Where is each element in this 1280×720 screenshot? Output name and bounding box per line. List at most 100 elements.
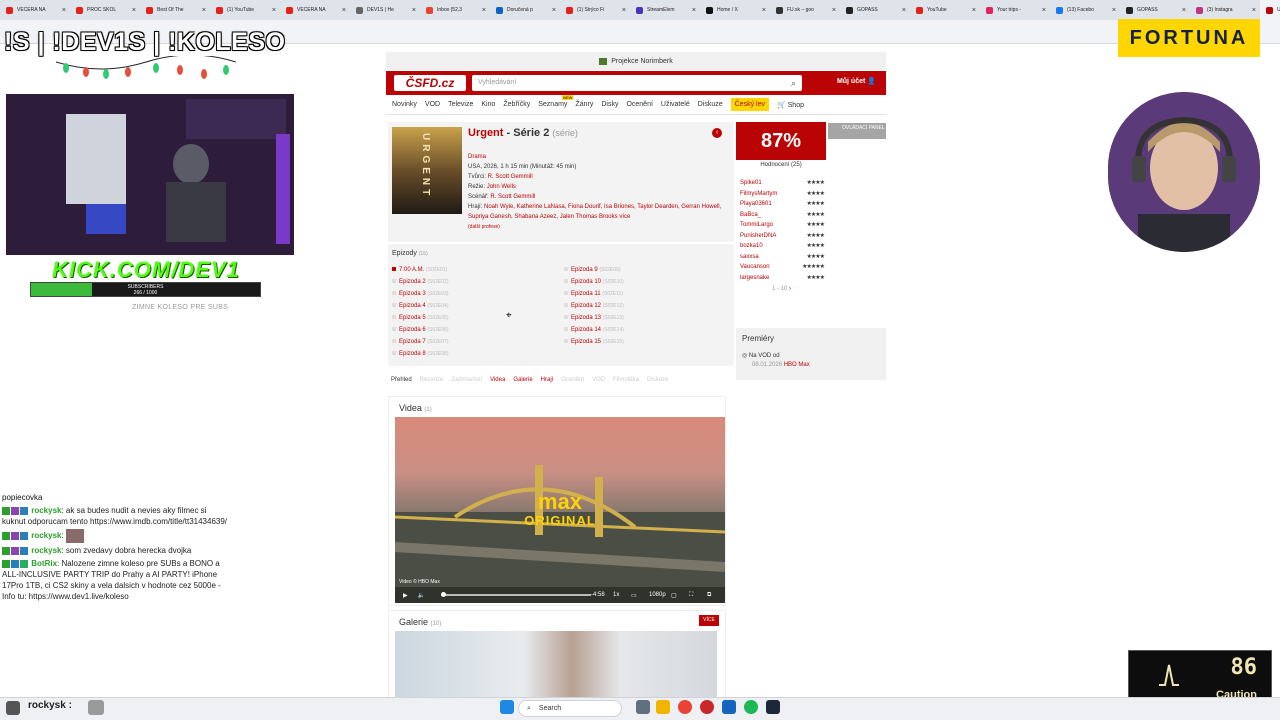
browser-tab[interactable]: VEČERA NA × [0, 0, 70, 20]
tab-close-icon[interactable]: × [1252, 7, 1256, 14]
episode-link[interactable]: Epizoda 2 (S02E02) [392, 276, 448, 288]
tab-close-icon[interactable]: × [692, 7, 696, 14]
nav-item[interactable]: Seznamy [538, 95, 574, 108]
nav-item[interactable]: VOD [425, 101, 440, 108]
chrome-icon[interactable] [678, 700, 692, 714]
film-genre[interactable]: Drama [468, 152, 728, 162]
volume-icon[interactable]: 🔈 [418, 592, 425, 599]
play-icon[interactable]: ▶ [403, 592, 408, 599]
episode-link[interactable]: Epizoda 7 (S02E07) [392, 336, 448, 348]
app-icon[interactable] [700, 700, 714, 714]
taskbar-search[interactable]: ⌕ Search [518, 700, 622, 717]
gallery-image[interactable] [395, 631, 717, 697]
episode-link[interactable]: Epizoda 14 (S02E14) [564, 324, 624, 336]
quality-selector[interactable]: 1080p [649, 592, 666, 598]
film-tab[interactable]: Diskuze [647, 377, 668, 383]
nav-item[interactable]: Diskuze [698, 101, 723, 108]
rater-name[interactable]: BaBca_ [740, 210, 761, 221]
browser-tab[interactable]: GOPASS × [840, 0, 910, 20]
episode-link[interactable]: Epizoda 3 (S02E03) [392, 288, 448, 300]
episode-link[interactable]: Epizoda 4 (S02E04) [392, 300, 448, 312]
rater-name[interactable]: TommiLargo [740, 220, 773, 231]
episode-link[interactable]: Epizoda 5 (S02E05) [392, 312, 448, 324]
browser-tab[interactable]: Doručená p × [490, 0, 560, 20]
browser-tab[interactable]: Urge× [1260, 0, 1280, 20]
film-tab[interactable]: Recenze [420, 377, 444, 383]
windows-start-icon[interactable] [500, 700, 514, 714]
fullscreen-icon[interactable]: ⛶ [689, 592, 693, 599]
site-logo[interactable]: ČSFD.cz [394, 75, 466, 91]
browser-tab[interactable]: PROČ ŠKOL × [70, 0, 140, 20]
browser-tab[interactable]: Best Of The × [140, 0, 210, 20]
tab-close-icon[interactable]: × [202, 7, 206, 14]
gallery-more-button[interactable]: VÍCE [699, 615, 719, 626]
video-player[interactable]: max ORIGINAL Video © HBO Max ▶ 🔈 -4:58 1… [395, 417, 725, 603]
episode-link[interactable]: Epizoda 8 (S02E08) [392, 348, 448, 360]
spotify-icon[interactable] [744, 700, 758, 714]
tab-close-icon[interactable]: × [622, 7, 626, 14]
episode-link[interactable]: Epizoda 10 (S02E10) [564, 276, 624, 288]
tab-close-icon[interactable]: × [132, 7, 136, 14]
back-icon[interactable]: ‹ [712, 128, 722, 138]
film-tab[interactable]: Přehled [391, 377, 412, 383]
file-explorer-icon[interactable] [656, 700, 670, 714]
episode-link[interactable]: Epizoda 13 (S02E13) [564, 312, 624, 324]
nav-item[interactable]: Disky [601, 101, 618, 108]
rater-name[interactable]: saxxsa [740, 252, 759, 263]
video-scrubber[interactable] [441, 592, 591, 597]
browser-tab[interactable]: YouTube × [910, 0, 980, 20]
episode-link[interactable]: Epizoda 6 (S02E06) [392, 324, 448, 336]
search-icon[interactable]: ⌕ [791, 75, 796, 91]
film-tab[interactable]: VOD [592, 377, 605, 383]
nav-item[interactable]: Televize [448, 101, 473, 108]
browser-tab[interactable]: StreamElem × [630, 0, 700, 20]
account-link[interactable]: Můj účet 👤 [837, 77, 876, 85]
search-input[interactable]: Vyhledávání ⌕ [472, 75, 802, 91]
nav-item-cesky-lev[interactable]: Český lev [730, 98, 769, 111]
tab-close-icon[interactable]: × [62, 7, 66, 14]
control-panel-button[interactable]: OVLÁDACÍ PANEL [828, 123, 886, 139]
browser-tab[interactable]: (1) YouTube × [210, 0, 280, 20]
next-page-icon[interactable]: › [789, 286, 791, 292]
film-creators[interactable]: R. Scott Gemmill [488, 174, 533, 180]
tab-close-icon[interactable]: × [762, 7, 766, 14]
episode-link[interactable]: Epizoda 9 (S02E09) [564, 264, 624, 276]
nav-item[interactable]: Žebříčky [503, 101, 530, 108]
rater-name[interactable]: Vaucanson [740, 262, 770, 273]
episode-link[interactable]: Epizoda 12 (S02E12) [564, 300, 624, 312]
tab-close-icon[interactable]: × [1042, 7, 1046, 14]
episode-link[interactable]: Epizoda 15 (S02E15) [564, 336, 624, 348]
film-tab[interactable]: Galerie [513, 377, 532, 383]
nav-item[interactable]: Novinky [392, 101, 417, 108]
subtitles-icon[interactable]: ▭ [631, 592, 637, 599]
tab-close-icon[interactable]: × [832, 7, 836, 14]
tab-close-icon[interactable]: × [552, 7, 556, 14]
film-tab[interactable]: Zajímavosti [451, 377, 482, 383]
rater-name[interactable]: Spike01 [740, 178, 762, 189]
steam-icon[interactable] [766, 700, 780, 714]
rater-name[interactable]: bozka10 [740, 241, 763, 252]
episode-link[interactable]: 7:00 A.M. (S02E01) [392, 264, 448, 276]
browser-tab[interactable]: (1) Strýco Fi × [560, 0, 630, 20]
tab-close-icon[interactable]: × [342, 7, 346, 14]
browser-tab[interactable]: GOPASS × [1120, 0, 1190, 20]
speed-icon[interactable]: 1x [613, 592, 619, 598]
nav-item[interactable]: Žánry [575, 101, 593, 108]
browser-tab[interactable]: Inbox (52,3 × [420, 0, 490, 20]
tab-close-icon[interactable]: × [1182, 7, 1186, 14]
episode-link[interactable]: Epizoda 11 (S02E11) [564, 288, 624, 300]
rater-name[interactable]: Playa03601 [740, 199, 772, 210]
app-icon[interactable] [722, 700, 736, 714]
nav-item[interactable]: Ocenění [626, 101, 652, 108]
rater-name[interactable]: PunisherDNA [740, 231, 776, 242]
nav-item[interactable]: Uživatelé [661, 101, 690, 108]
film-poster[interactable]: URGENT [392, 127, 462, 214]
tab-close-icon[interactable]: × [482, 7, 486, 14]
tab-close-icon[interactable]: × [902, 7, 906, 14]
task-view-icon[interactable] [636, 700, 650, 714]
browser-tab[interactable]: FU.sk – goo × [770, 0, 840, 20]
film-cast[interactable]: Noah Wyle, Katherine LaNasa, Fiona Douri… [468, 204, 721, 220]
pip-icon[interactable]: ⧉ [707, 592, 711, 599]
tab-close-icon[interactable]: × [1112, 7, 1116, 14]
film-tab[interactable]: Hrají [541, 377, 554, 383]
